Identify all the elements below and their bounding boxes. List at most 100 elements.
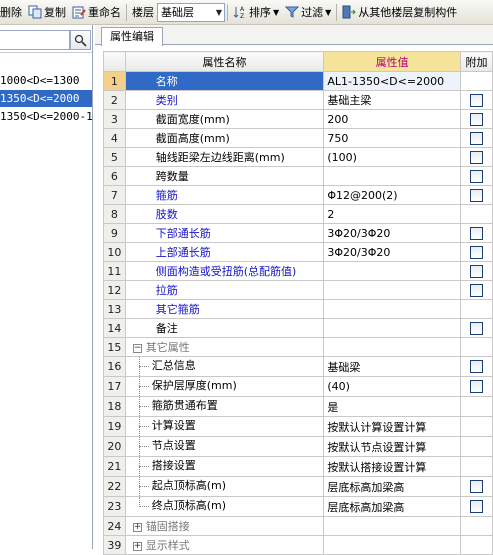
table-row[interactable]: 20 节点设置 按默认节点设置计算 — [103, 436, 493, 457]
table-row[interactable]: 5 轴线距梁左边线距离(mm) (100) — [103, 147, 493, 167]
attach-checkbox[interactable] — [469, 500, 483, 514]
property-name-header: 属性名称 — [124, 51, 325, 72]
property-name: 侧面构造或受扭筋(总配筋值) — [124, 261, 325, 281]
attach-checkbox[interactable] — [469, 150, 483, 164]
attach-checkbox[interactable] — [469, 131, 483, 145]
group-row[interactable]: 15 − 其它属性 — [103, 337, 493, 357]
property-value-cell[interactable]: 200 — [323, 109, 461, 129]
property-name-cell: 节点设置 — [124, 436, 325, 457]
table-row[interactable]: 8 肢数 2 — [103, 204, 493, 224]
toolbar-separator — [126, 3, 127, 21]
row-number: 2 — [103, 90, 126, 110]
group-name-cell: + 显示样式 — [124, 535, 325, 555]
copy-button[interactable]: 复制 — [25, 2, 69, 23]
property-value-cell[interactable] — [323, 261, 461, 281]
table-row[interactable]: 16 汇总信息 基础梁 — [103, 356, 493, 377]
table-row[interactable]: 7 箍筋 Φ12@200(2) — [103, 185, 493, 205]
property-value-cell[interactable]: Φ12@200(2) — [323, 185, 461, 205]
property-value-cell[interactable]: 3Φ20/3Φ20 — [323, 242, 461, 262]
search-row — [0, 29, 92, 53]
table-row[interactable]: 18 箍筋贯通布置 是 — [103, 396, 493, 417]
expand-icon[interactable]: + — [132, 541, 142, 551]
table-row[interactable]: 10 上部通长筋 3Φ20/3Φ20 — [103, 242, 493, 262]
search-input[interactable] — [0, 30, 70, 50]
property-value-cell[interactable]: 3Φ20/3Φ20 — [323, 223, 461, 243]
property-value-cell[interactable] — [323, 318, 461, 338]
table-row[interactable]: 19 计算设置 按默认计算设置计算 — [103, 416, 493, 437]
property-value-cell[interactable]: 是 — [323, 396, 461, 417]
property-value-cell[interactable]: 750 — [323, 128, 461, 148]
property-value-cell[interactable]: 按默认节点设置计算 — [323, 436, 461, 457]
attach-checkbox[interactable] — [469, 480, 483, 494]
attach-checkbox[interactable] — [469, 245, 483, 259]
property-value-cell[interactable]: 按默认搭接设置计算 — [323, 456, 461, 477]
property-value-cell[interactable] — [323, 299, 461, 319]
search-button[interactable] — [70, 30, 91, 50]
table-row[interactable]: 17 保护层厚度(mm) (40) — [103, 376, 493, 397]
attach-checkbox[interactable] — [469, 321, 483, 335]
group-name-cell: + 锚固搭接 — [124, 516, 325, 536]
row-number: 12 — [103, 280, 126, 300]
table-row[interactable]: 14 备注 — [103, 318, 493, 338]
property-value-cell[interactable]: (100) — [323, 147, 461, 167]
property-value-cell[interactable] — [323, 280, 461, 300]
rename-button[interactable]: 重命名 — [69, 2, 124, 23]
attach-checkbox[interactable] — [469, 93, 483, 107]
table-row[interactable]: 12 拉筋 — [103, 280, 493, 300]
table-row[interactable]: 23 终点顶标高(m) 层底标高加梁高 — [103, 496, 493, 517]
attach-checkbox[interactable] — [469, 169, 483, 183]
attach-checkbox[interactable] — [469, 188, 483, 202]
filter-button[interactable]: 过滤 ▼ — [282, 2, 334, 23]
row-number: 19 — [103, 416, 126, 437]
property-value-cell[interactable]: 按默认计算设置计算 — [323, 416, 461, 437]
group-row[interactable]: 24 + 锚固搭接 — [103, 516, 493, 536]
row-number: 5 — [103, 147, 126, 167]
attach-cell — [459, 416, 493, 437]
group-name: 显示样式 — [145, 539, 190, 552]
property-name: 上部通长筋 — [124, 242, 325, 262]
property-name-cell: 搭接设置 — [124, 456, 325, 477]
table-row[interactable]: 3 截面宽度(mm) 200 — [103, 109, 493, 129]
attach-cell — [459, 185, 493, 205]
tab-property-edit[interactable]: 属性编辑 — [101, 27, 163, 46]
group-row[interactable]: 39 + 显示样式 — [103, 535, 493, 555]
table-row[interactable]: 1 名称 AL1-1350<D<=2000 — [103, 71, 493, 91]
attach-checkbox[interactable] — [469, 112, 483, 126]
table-row[interactable]: 6 跨数量 — [103, 166, 493, 186]
table-row[interactable]: 2 类别 基础主梁 — [103, 90, 493, 110]
property-value-cell[interactable]: AL1-1350<D<=2000 — [323, 71, 461, 91]
attach-checkbox[interactable] — [469, 264, 483, 278]
table-row[interactable]: 21 搭接设置 按默认搭接设置计算 — [103, 456, 493, 477]
property-value-cell[interactable]: 层底标高加梁高 — [323, 476, 461, 497]
tree-connector — [130, 397, 152, 416]
property-value-cell[interactable]: 基础主梁 — [323, 90, 461, 110]
component-list-item[interactable]: 1350<D<=2000-1 — [0, 108, 92, 125]
property-value-cell[interactable]: 基础梁 — [323, 356, 461, 377]
property-name-cell: 汇总信息 — [124, 356, 325, 377]
table-row[interactable]: 11 侧面构造或受扭筋(总配筋值) — [103, 261, 493, 281]
sort-button[interactable]: A Z 排序 ▼ — [230, 2, 282, 23]
component-list-item[interactable]: 1000<D<=1300 — [0, 72, 79, 89]
table-row[interactable]: 13 其它箍筋 — [103, 299, 493, 319]
component-list-item-selected[interactable]: 1350<D<=2000 — [0, 90, 92, 107]
svg-text:A: A — [240, 6, 245, 13]
property-value-cell[interactable] — [323, 166, 461, 186]
copy-from-floor-button[interactable]: 从其他楼层复制构件 — [339, 2, 460, 23]
property-value-cell[interactable]: 2 — [323, 204, 461, 224]
table-row[interactable]: 4 截面高度(mm) 750 — [103, 128, 493, 148]
attach-checkbox[interactable] — [469, 283, 483, 297]
row-number: 18 — [103, 396, 126, 417]
attach-checkbox[interactable] — [469, 380, 483, 394]
property-value-cell[interactable]: (40) — [323, 376, 461, 397]
table-row[interactable]: 22 起点顶标高(m) 层底标高加梁高 — [103, 476, 493, 497]
delete-button[interactable]: 删除 — [0, 2, 25, 23]
attach-checkbox[interactable] — [469, 360, 483, 374]
attach-cell — [459, 456, 493, 477]
expand-icon[interactable]: + — [132, 522, 142, 532]
property-name: 保护层厚度(mm) — [151, 379, 237, 392]
property-value-cell[interactable]: 层底标高加梁高 — [323, 496, 461, 517]
table-row[interactable]: 9 下部通长筋 3Φ20/3Φ20 — [103, 223, 493, 243]
collapse-icon[interactable]: − — [132, 343, 142, 353]
attach-checkbox[interactable] — [469, 226, 483, 240]
floor-select[interactable]: 基础层 ▼ — [157, 2, 225, 22]
